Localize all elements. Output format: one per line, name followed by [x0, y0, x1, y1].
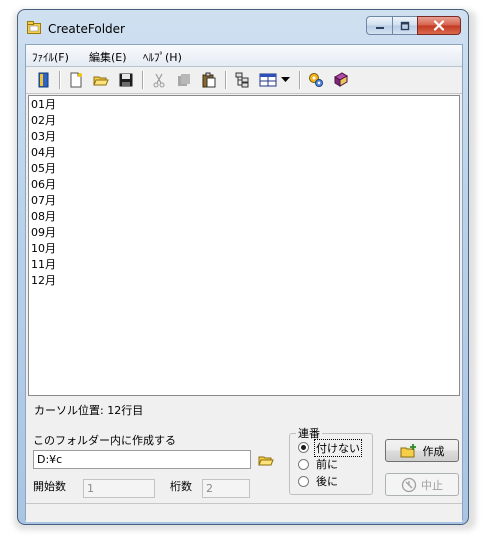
minimize-icon — [375, 26, 384, 29]
caption-buttons — [366, 16, 461, 35]
settings-button[interactable] — [307, 71, 325, 89]
save-button[interactable] — [117, 71, 135, 89]
maximize-icon — [400, 21, 410, 30]
close-button[interactable] — [417, 16, 461, 35]
view-button[interactable] — [258, 71, 278, 89]
window-grid-icon — [259, 73, 277, 87]
title-bar[interactable]: CreateFolder — [18, 10, 468, 40]
copy-icon — [178, 74, 190, 86]
editor-line: 12月 — [31, 274, 56, 287]
numbering-group: 連番 付けない 前に 後に — [289, 425, 373, 495]
editor-line: 06月 — [31, 178, 56, 191]
dropdown-arrow-icon — [280, 77, 290, 82]
minimize-button[interactable] — [366, 16, 392, 35]
menu-edit[interactable]: 編集(E) — [89, 49, 127, 65]
maximize-button[interactable] — [392, 16, 417, 35]
radio-before[interactable] — [298, 459, 309, 470]
digits-label: 桁数 — [170, 480, 192, 493]
folder-label: このフォルダー内に作成する — [33, 434, 176, 447]
menu-bar: ﾌｧｲﾙ(F) 編集(E) ﾍﾙﾌﾟ(H) — [26, 45, 462, 67]
tree-button[interactable] — [233, 71, 251, 89]
toolbar-separator — [225, 71, 227, 89]
cursor-status: カーソル位置: 12行目 — [28, 399, 460, 417]
editor-line: 03月 — [31, 130, 56, 143]
create-button-label: 作成 — [422, 444, 445, 458]
radio-none-label[interactable]: 付けない — [314, 439, 362, 457]
new-file-icon — [70, 72, 82, 88]
new-button[interactable] — [67, 71, 85, 89]
editor-line: 01月 — [31, 98, 56, 111]
editor-line: 05月 — [31, 162, 56, 175]
radio-none[interactable] — [298, 442, 309, 453]
cancel-button[interactable]: 中止 — [385, 473, 459, 496]
app-window: CreateFolder ﾌｧｲﾙ(F) 編集(E) ﾍﾙﾌﾟ(H) 01月 0… — [17, 9, 469, 525]
tree-icon — [235, 72, 249, 88]
start-number-input[interactable]: 1 — [83, 479, 155, 498]
editor-line: 10月 — [31, 242, 56, 255]
new-folder-icon — [400, 443, 416, 457]
editor-line: 02月 — [31, 114, 56, 127]
client-area: ﾌｧｲﾙ(F) 編集(E) ﾍﾙﾌﾟ(H) 01月 02月 03月 04月 05… — [25, 44, 463, 522]
status-bar — [26, 503, 462, 522]
menu-file[interactable]: ﾌｧｲﾙ(F) — [32, 49, 69, 65]
editor-line: 11月 — [31, 258, 56, 271]
editor-line: 08月 — [31, 210, 56, 223]
help-book-icon — [334, 72, 348, 87]
digits-input[interactable]: 2 — [202, 479, 250, 498]
toolbar-separator — [299, 71, 301, 89]
open-folder-icon — [258, 456, 274, 466]
text-editor[interactable]: 01月 02月 03月 04月 05月 06月 07月 08月 09月 10月 … — [28, 95, 460, 396]
paste-button[interactable] — [200, 71, 218, 89]
close-icon — [433, 20, 445, 31]
cancel-button-label: 中止 — [421, 478, 443, 492]
paste-icon — [202, 72, 216, 88]
exit-button[interactable] — [35, 71, 53, 89]
editor-line: 04月 — [31, 146, 56, 159]
cut-icon — [153, 73, 165, 88]
start-number-label: 開始数 — [33, 480, 66, 493]
create-button[interactable]: 作成 — [385, 439, 459, 462]
radio-before-label[interactable]: 前に — [316, 456, 338, 472]
toolbar — [26, 67, 462, 94]
settings-icon — [309, 73, 323, 87]
editor-line: 07月 — [31, 194, 56, 207]
editor-line: 09月 — [31, 226, 56, 239]
folder-path-input[interactable]: D:¥c — [33, 450, 251, 469]
radio-after[interactable] — [298, 476, 309, 487]
browse-folder-button[interactable] — [257, 451, 275, 469]
copy-button[interactable] — [175, 71, 193, 89]
window-title: CreateFolder — [48, 22, 125, 36]
stop-icon — [401, 477, 417, 492]
open-folder-icon — [93, 76, 109, 86]
help-button[interactable] — [332, 71, 350, 89]
book-exit-icon — [38, 72, 49, 88]
folder-app-icon — [27, 21, 41, 34]
open-button[interactable] — [92, 71, 110, 89]
save-icon — [119, 73, 133, 87]
view-dropdown[interactable] — [279, 71, 291, 89]
cut-button[interactable] — [150, 71, 168, 89]
toolbar-separator — [142, 71, 144, 89]
toolbar-separator — [59, 71, 61, 89]
cursor-position-text: カーソル位置: 12行目 — [34, 404, 144, 417]
menu-help[interactable]: ﾍﾙﾌﾟ(H) — [143, 49, 182, 65]
radio-after-label[interactable]: 後に — [316, 473, 338, 489]
